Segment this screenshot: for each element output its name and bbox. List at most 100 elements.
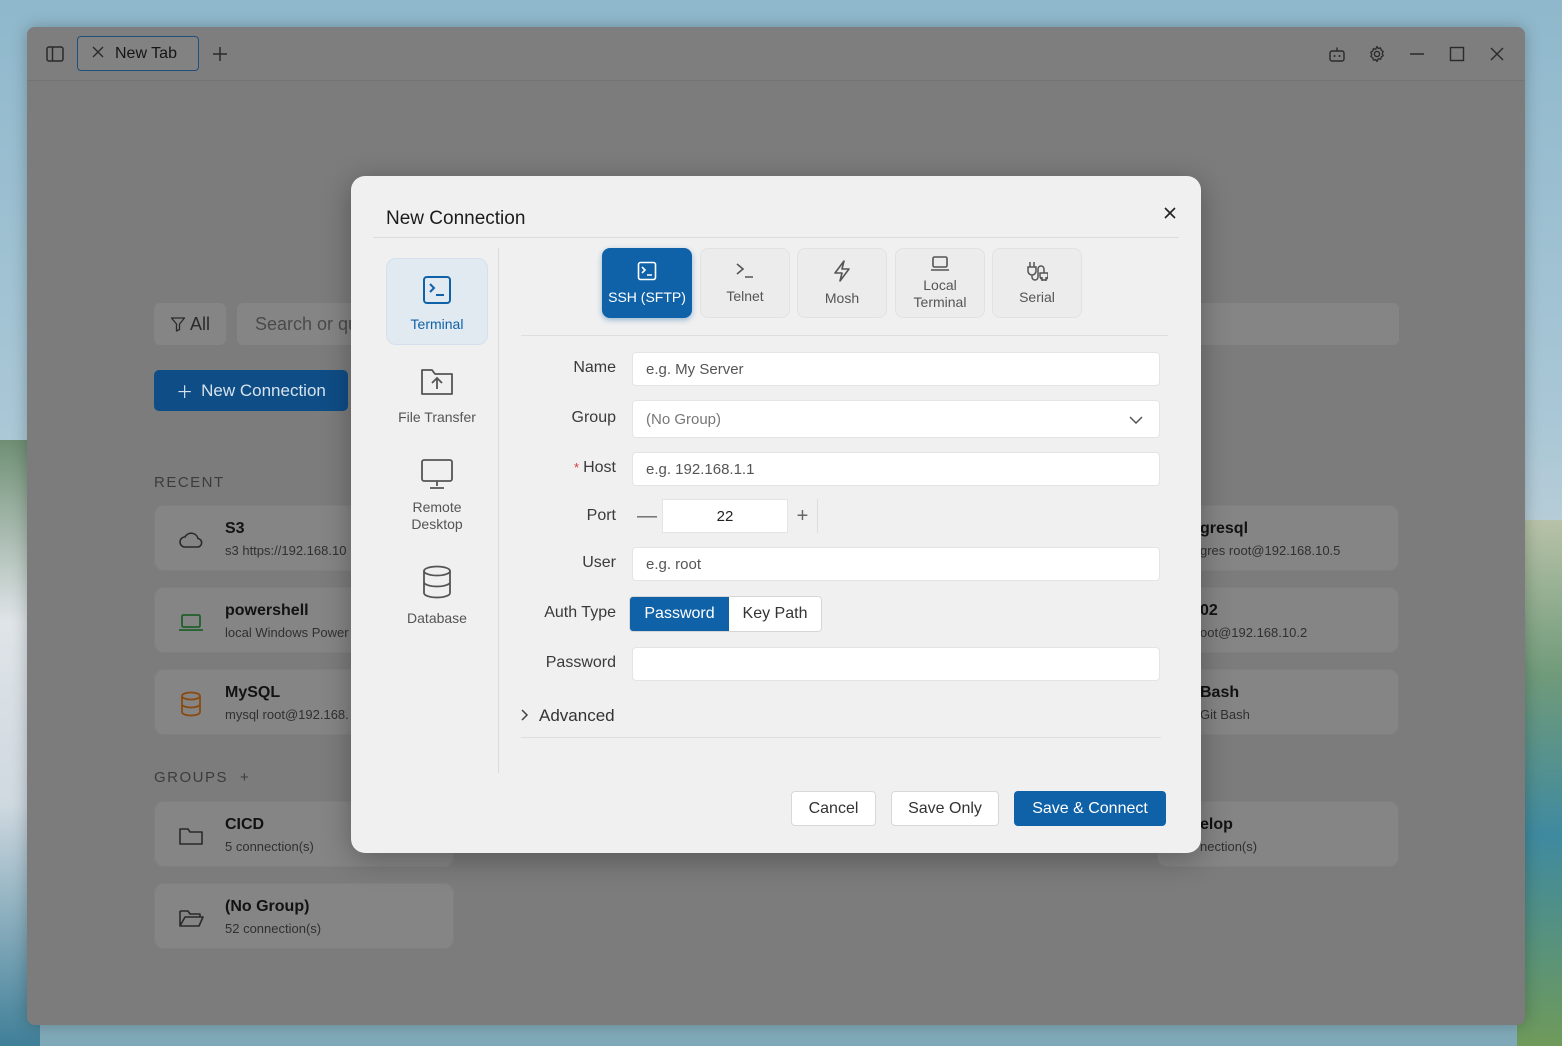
name-placeholder: e.g. My Server — [646, 360, 744, 378]
close-tab-icon[interactable] — [92, 45, 104, 63]
host-label-wrap: * Host — [574, 459, 616, 477]
password-field[interactable] — [632, 647, 1160, 681]
protocol-label: Telnet — [726, 288, 764, 304]
protocol-divider — [521, 335, 1168, 336]
save-connect-button[interactable]: Save & Connect — [1014, 791, 1166, 826]
protocol-ssh-sftp[interactable]: SSH (SFTP) — [602, 248, 692, 318]
maximize-icon[interactable] — [1444, 41, 1470, 67]
name-field[interactable]: e.g. My Server — [632, 352, 1160, 386]
card-subtitle: nection(s) — [1200, 839, 1258, 854]
recent-heading: RECENT — [154, 474, 225, 491]
terminal-icon — [422, 275, 452, 308]
new-connection-button[interactable]: ＋ New Connection — [154, 370, 348, 411]
protocol-label: Serial — [1019, 289, 1055, 305]
card-title: (No Group) — [225, 898, 310, 915]
card-subtitle: gres root@192.168.10.5 — [1200, 543, 1341, 558]
cancel-button[interactable]: Cancel — [791, 791, 876, 826]
group-label: Group — [571, 409, 616, 426]
folder-upload-icon — [420, 366, 454, 399]
host-label: Host — [583, 459, 616, 476]
new-connection-label: New Connection — [201, 380, 326, 400]
auth-type-toggle: Password Key Path — [629, 596, 822, 632]
category-label: Terminal — [410, 316, 464, 332]
tab-label: New Tab — [115, 44, 177, 62]
laptop-icon — [177, 608, 205, 636]
lightning-icon — [832, 259, 852, 286]
password-label: Password — [545, 654, 616, 671]
card-title: gresql — [1200, 520, 1249, 537]
group-card-no-group[interactable]: (No Group) 52 connection(s) — [154, 883, 454, 949]
card-subtitle: local Windows Power — [225, 625, 349, 640]
card-subtitle: 52 connection(s) — [225, 921, 322, 936]
host-placeholder: e.g. 192.168.1.1 — [646, 460, 755, 478]
add-group-button[interactable]: + — [240, 769, 250, 786]
plug-icon — [1026, 260, 1049, 286]
card-title: MySQL — [225, 684, 281, 701]
card-title: 02 — [1200, 602, 1218, 619]
category-file-transfer[interactable]: File Transfer — [386, 366, 488, 426]
filter-all-button[interactable]: All — [154, 303, 226, 345]
group-value: (No Group) — [646, 410, 722, 428]
save-only-button[interactable]: Save Only — [891, 791, 999, 826]
port-increment-button[interactable]: + — [788, 499, 818, 533]
dialog-divider — [373, 237, 1179, 238]
card-title: S3 — [225, 520, 245, 537]
chevron-right-icon — [521, 706, 529, 726]
name-label: Name — [573, 359, 616, 376]
gear-icon[interactable] — [1364, 41, 1390, 67]
category-terminal[interactable]: Terminal — [386, 258, 488, 345]
prompt-icon — [735, 261, 755, 283]
plus-icon[interactable] — [207, 41, 233, 67]
bot-icon[interactable] — [1324, 41, 1350, 67]
database-icon — [177, 690, 205, 718]
tab-new-tab[interactable]: New Tab — [77, 36, 199, 71]
card-subtitle: 5 connection(s) — [225, 839, 314, 854]
required-asterisk: * — [574, 460, 580, 475]
card-subtitle: Git Bash — [1200, 707, 1250, 722]
folder-icon — [177, 822, 205, 850]
auth-type-label: Auth Type — [544, 604, 616, 621]
category-remote-desktop[interactable]: Remote Desktop — [386, 458, 488, 532]
protocol-label: SSH (SFTP) — [608, 288, 686, 305]
card-subtitle: oot@192.168.10.2 — [1200, 625, 1308, 640]
laptop-icon — [930, 255, 950, 277]
group-select[interactable]: (No Group) — [632, 400, 1160, 438]
category-database[interactable]: Database — [386, 565, 488, 626]
card-title: CICD — [225, 816, 265, 833]
card-title: powershell — [225, 602, 309, 619]
user-placeholder: e.g. root — [646, 555, 702, 573]
protocol-mosh[interactable]: Mosh — [797, 248, 887, 318]
advanced-divider — [521, 737, 1161, 738]
advanced-toggle[interactable]: Advanced — [521, 706, 615, 726]
category-label: Remote Desktop — [411, 499, 463, 532]
protocol-local-terminal[interactable]: Local Terminal — [895, 248, 985, 318]
protocol-telnet[interactable]: Telnet — [700, 248, 790, 318]
port-stepper: — 22 + — [632, 499, 820, 533]
category-label: Database — [407, 610, 467, 626]
terminal-icon — [637, 261, 657, 285]
dialog-close-icon[interactable] — [1159, 202, 1181, 224]
sidebar-toggle-icon[interactable] — [42, 41, 68, 67]
protocol-label: Local Terminal — [913, 277, 967, 310]
protocol-serial[interactable]: Serial — [992, 248, 1082, 318]
filter-label: All — [189, 313, 210, 334]
cloud-icon — [177, 526, 205, 554]
minimize-icon[interactable] — [1404, 41, 1430, 67]
port-field[interactable]: 22 — [662, 499, 788, 533]
sidebar-divider — [498, 248, 499, 773]
new-connection-dialog: New Connection Terminal File Transfer Re… — [351, 176, 1201, 853]
filter-icon — [170, 317, 186, 332]
host-field[interactable]: e.g. 192.168.1.1 — [632, 452, 1160, 486]
close-icon[interactable] — [1484, 41, 1510, 67]
port-decrement-button[interactable]: — — [632, 499, 662, 533]
auth-key-path-option[interactable]: Key Path — [729, 597, 821, 631]
protocol-label: Mosh — [824, 289, 860, 306]
dialog-title: New Connection — [386, 208, 526, 229]
user-field[interactable]: e.g. root — [632, 547, 1160, 581]
groups-label: GROUPS — [154, 769, 229, 786]
folder-open-icon — [177, 904, 205, 932]
titlebar: New Tab — [27, 27, 1525, 81]
user-label: User — [582, 554, 616, 571]
port-label: Port — [586, 507, 616, 524]
auth-password-option[interactable]: Password — [630, 597, 729, 631]
